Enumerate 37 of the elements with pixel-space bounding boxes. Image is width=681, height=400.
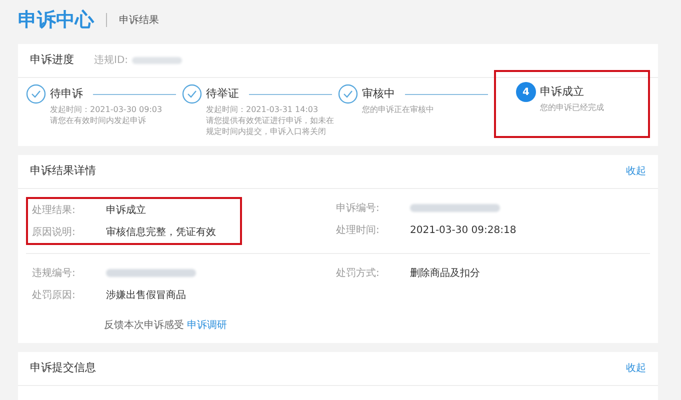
field-label: 处罚方式: xyxy=(336,266,380,280)
field-value: 删除商品及扣分 xyxy=(410,266,480,280)
step-description: 请您在有效时间内发起申诉 xyxy=(49,115,147,126)
id-label: 违规ID: xyxy=(94,54,128,68)
field-label: 原因说明: xyxy=(32,226,76,240)
field-value: 申诉成立 xyxy=(106,204,146,218)
step-title: 申诉成立 xyxy=(540,84,584,100)
collapse-link[interactable]: 收起 xyxy=(626,361,646,376)
field-label: 违规编号: xyxy=(32,266,76,280)
step-description: 请您提供有效凭证进行申诉，如未在规定时间内提交，申诉入口将关闭 xyxy=(205,115,335,137)
field-value: 涉嫌出售假冒商品 xyxy=(106,288,186,302)
card-title: 申诉提交信息 xyxy=(30,360,96,376)
step-description: 您的申诉正在审核中 xyxy=(361,104,435,115)
blurred-id xyxy=(132,57,182,64)
survey-link[interactable]: 申诉调研 xyxy=(187,320,228,331)
step-title: 待申诉 xyxy=(50,86,83,102)
step-title: 审核中 xyxy=(362,86,395,102)
card-title: 申诉结果详情 xyxy=(30,163,96,180)
field-value: 2021-03-30 09:28:18 xyxy=(410,224,516,238)
field-label: 处理时间: xyxy=(336,224,380,238)
page-subtitle: 申诉结果 xyxy=(119,14,159,28)
step-title: 待举证 xyxy=(206,86,239,102)
check-circle-icon xyxy=(338,84,358,104)
collapse-link[interactable]: 收起 xyxy=(626,164,646,179)
step-number: 4 xyxy=(516,82,536,102)
check-circle-icon xyxy=(182,84,202,104)
step-description: 发起时间：2021-03-30 09:03 xyxy=(49,104,164,115)
step-description: 您的申诉已经完成 xyxy=(539,102,605,113)
step-description: 发起时间：2021-03-31 14:03 xyxy=(205,104,320,115)
field-label: 申诉编号: xyxy=(336,202,380,216)
field-label: 处理结果: xyxy=(32,204,76,218)
field-value: 审核信息完整，凭证有效 xyxy=(106,226,216,240)
check-circle-icon xyxy=(26,84,46,104)
field-label: 处罚原因: xyxy=(32,288,76,302)
feedback-text: 反馈本次申诉感受 申诉调研 xyxy=(104,318,228,333)
page-title: 申诉中心 xyxy=(18,8,94,33)
card-title: 申诉进度 xyxy=(30,52,74,68)
